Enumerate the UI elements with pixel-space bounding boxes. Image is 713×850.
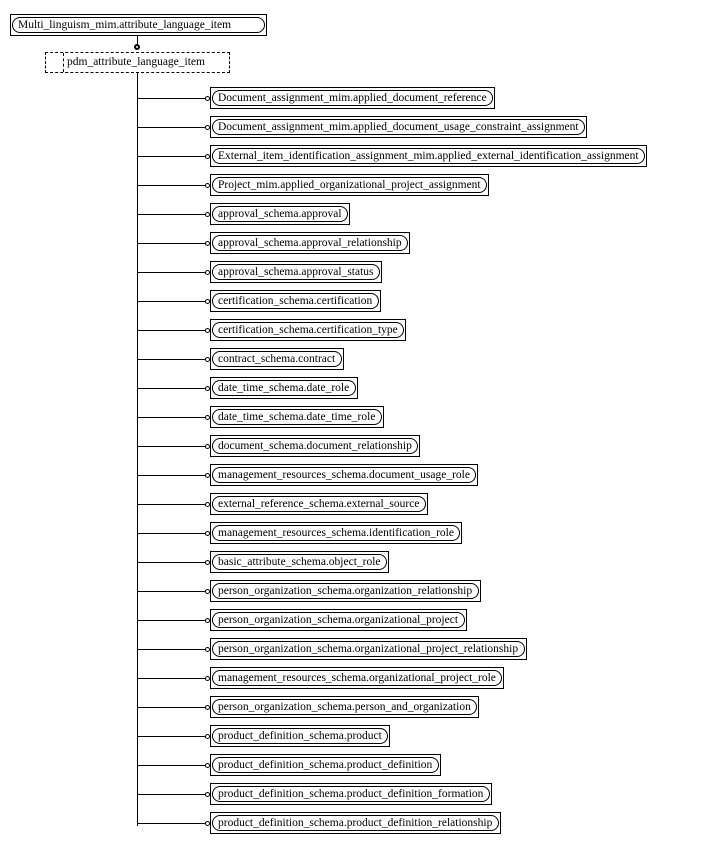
entity-box[interactable]: person_organization_schema.person_and_or… — [210, 696, 479, 718]
branch-line — [137, 417, 206, 418]
entity-box[interactable]: product_definition_schema.product_defini… — [210, 812, 501, 834]
entity-label: product_definition_schema.product — [212, 728, 388, 744]
entity-label: approval_schema.approval — [212, 206, 348, 222]
branch-line — [137, 388, 206, 389]
entity-box[interactable]: certification_schema.certification — [210, 290, 381, 312]
branch-line — [137, 562, 206, 563]
entity-label: date_time_schema.date_role — [212, 380, 356, 396]
entity-box[interactable]: product_definition_schema.product_defini… — [210, 754, 441, 776]
entity-label: person_organization_schema.person_and_or… — [212, 699, 477, 715]
branch-line — [137, 243, 206, 244]
select-type-label: pdm_attribute_language_item — [67, 56, 205, 68]
entity-label: approval_schema.approval_relationship — [212, 235, 408, 251]
root-entity-box[interactable]: Multi_linguism_mim.attribute_language_it… — [10, 14, 267, 36]
branch-line — [137, 156, 206, 157]
entity-box[interactable]: approval_schema.approval — [210, 203, 350, 225]
entity-box[interactable]: Project_mim.applied_organizational_proje… — [210, 174, 489, 196]
entity-label: person_organization_schema.organizationa… — [212, 641, 525, 657]
entity-label: person_organization_schema.organization_… — [212, 583, 479, 599]
entity-box[interactable]: basic_attribute_schema.object_role — [210, 551, 389, 573]
entity-box[interactable]: person_organization_schema.organizationa… — [210, 609, 467, 631]
entity-box[interactable]: Document_assignment_mim.applied_document… — [210, 87, 495, 109]
entity-box[interactable]: approval_schema.approval_relationship — [210, 232, 410, 254]
entity-box[interactable]: approval_schema.approval_status — [210, 261, 382, 283]
select-type-box[interactable]: pdm_attribute_language_item — [45, 52, 230, 73]
entity-label: document_schema.document_relationship — [212, 438, 418, 454]
branch-line — [137, 330, 206, 331]
entity-label: management_resources_schema.organization… — [212, 670, 502, 686]
entity-box[interactable]: document_schema.document_relationship — [210, 435, 420, 457]
branch-line — [137, 504, 206, 505]
select-type-divider — [63, 53, 64, 72]
branch-line — [137, 98, 206, 99]
entity-label: management_resources_schema.document_usa… — [212, 467, 476, 483]
branch-line — [137, 214, 206, 215]
branch-line — [137, 765, 206, 766]
entity-box[interactable]: date_time_schema.date_time_role — [210, 406, 384, 428]
branch-line — [137, 533, 206, 534]
entity-box[interactable]: person_organization_schema.organizationa… — [210, 638, 527, 660]
entity-box[interactable]: management_resources_schema.organization… — [210, 667, 504, 689]
entity-box[interactable]: Document_assignment_mim.applied_document… — [210, 116, 587, 138]
entity-label: management_resources_schema.identificati… — [212, 525, 460, 541]
entity-label: certification_schema.certification — [212, 293, 379, 309]
branch-line — [137, 301, 206, 302]
entity-box[interactable]: external_reference_schema.external_sourc… — [210, 493, 428, 515]
branch-line — [137, 794, 206, 795]
entity-label: product_definition_schema.product_defini… — [212, 786, 490, 802]
entity-label: contract_schema.contract — [212, 351, 342, 367]
entity-box[interactable]: management_resources_schema.document_usa… — [210, 464, 478, 486]
branch-line — [137, 678, 206, 679]
entity-label: basic_attribute_schema.object_role — [212, 554, 387, 570]
entity-label: certification_schema.certification_type — [212, 322, 404, 338]
branch-line — [137, 591, 206, 592]
entity-label: Document_assignment_mim.applied_document… — [212, 90, 493, 106]
entity-box[interactable]: product_definition_schema.product — [210, 725, 390, 747]
connector-circle-icon — [134, 44, 140, 50]
entity-label: date_time_schema.date_time_role — [212, 409, 382, 425]
branch-line — [137, 475, 206, 476]
entity-label: product_definition_schema.product_defini… — [212, 815, 499, 831]
entity-box[interactable]: person_organization_schema.organization_… — [210, 580, 481, 602]
entity-label: person_organization_schema.organizationa… — [212, 612, 465, 628]
entity-box[interactable]: product_definition_schema.product_defini… — [210, 783, 492, 805]
entity-label: External_item_identification_assignment_… — [212, 148, 645, 164]
branch-line — [137, 823, 206, 824]
entity-label: Project_mim.applied_organizational_proje… — [212, 177, 487, 193]
entity-label: product_definition_schema.product_defini… — [212, 757, 439, 773]
branch-line — [137, 359, 206, 360]
entity-box[interactable]: date_time_schema.date_role — [210, 377, 358, 399]
branch-line — [137, 185, 206, 186]
entity-label: approval_schema.approval_status — [212, 264, 380, 280]
entity-label: external_reference_schema.external_sourc… — [212, 496, 426, 512]
entity-box[interactable]: management_resources_schema.identificati… — [210, 522, 462, 544]
branch-line — [137, 736, 206, 737]
branch-line — [137, 127, 206, 128]
branch-line — [137, 707, 206, 708]
entity-box[interactable]: certification_schema.certification_type — [210, 319, 406, 341]
branch-line — [137, 649, 206, 650]
entity-box[interactable]: contract_schema.contract — [210, 348, 344, 370]
branch-line — [137, 272, 206, 273]
entity-label: Document_assignment_mim.applied_document… — [212, 119, 585, 135]
branch-line — [137, 620, 206, 621]
branch-line — [137, 446, 206, 447]
root-entity-label: Multi_linguism_mim.attribute_language_it… — [12, 17, 265, 33]
entity-box[interactable]: External_item_identification_assignment_… — [210, 145, 647, 167]
